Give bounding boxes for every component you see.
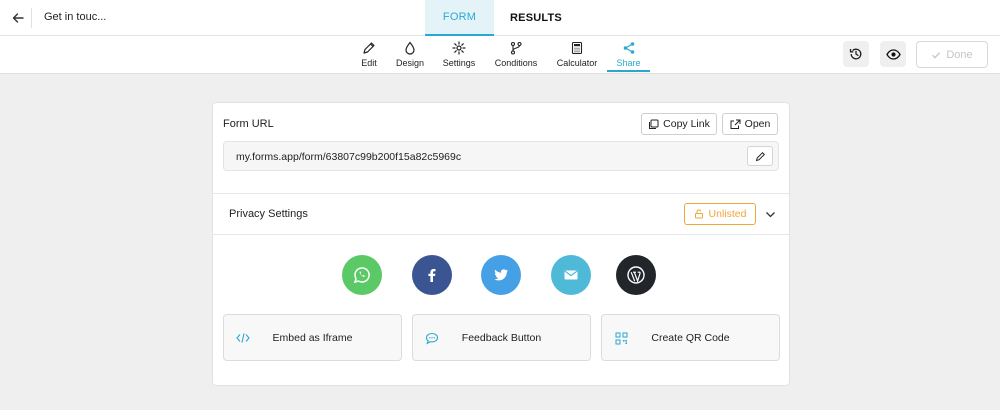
check-icon [932, 51, 941, 59]
pencil-icon [755, 151, 765, 161]
wordpress-icon [627, 266, 645, 284]
done-button[interactable]: Done [916, 41, 988, 68]
eye-icon [885, 48, 901, 60]
feedback-button-option[interactable]: Feedback Button [412, 314, 591, 361]
tab-form[interactable]: FORM [425, 0, 494, 36]
create-qr-code-label: Create QR Code [651, 332, 730, 344]
external-link-icon [730, 119, 741, 129]
share-icon [623, 42, 634, 54]
top-bar: Get in touc... FORM RESULTS [0, 0, 1000, 36]
open-label: Open [744, 118, 771, 130]
back-arrow-icon[interactable] [8, 8, 28, 28]
form-url-title: Form URL [223, 118, 274, 130]
embed-iframe-label: Embed as Iframe [272, 332, 353, 344]
pencil-icon [363, 42, 375, 54]
divider [31, 8, 32, 28]
chevron-down-icon[interactable] [763, 207, 777, 221]
form-url-text[interactable]: my.forms.app/form/63807c99b200f15a82c596… [236, 151, 461, 163]
toolbar-item-settings[interactable]: Settings [442, 40, 476, 72]
toolbar-item-calculator[interactable]: Calculator [556, 40, 598, 72]
preview-button[interactable] [880, 41, 906, 67]
calculator-icon [571, 41, 583, 55]
twitter-share-button[interactable] [481, 255, 521, 295]
toolbar-item-label: Conditions [494, 58, 538, 68]
email-share-button[interactable] [551, 255, 591, 295]
gear-icon [452, 41, 466, 55]
copy-icon [649, 119, 659, 129]
open-button[interactable]: Open [722, 113, 778, 135]
wordpress-share-button[interactable] [616, 255, 656, 295]
mail-icon [564, 270, 578, 280]
toolbar-item-edit[interactable]: Edit [358, 40, 380, 72]
branch-icon [510, 41, 522, 55]
create-qr-code-button[interactable]: Create QR Code [601, 314, 780, 361]
privacy-value: Unlisted [708, 208, 747, 220]
toolbar-item-design[interactable]: Design [394, 40, 426, 72]
toolbar-item-conditions[interactable]: Conditions [494, 40, 538, 72]
toolbar-item-label: Design [395, 58, 424, 68]
facebook-share-button[interactable] [412, 255, 452, 295]
privacy-settings-title: Privacy Settings [229, 208, 308, 220]
share-card: Form URL Copy Link Open my.forms.app/for… [212, 102, 790, 386]
droplet-icon [405, 41, 415, 55]
toolbar-item-label: Edit [361, 58, 377, 68]
toolbar-item-share[interactable]: Share [607, 40, 650, 72]
feedback-button-label: Feedback Button [461, 332, 542, 344]
copy-link-label: Copy Link [663, 118, 710, 130]
twitter-icon [494, 269, 508, 281]
unlock-icon [694, 209, 703, 219]
divider [213, 234, 789, 235]
toolbar-item-label: Calculator [556, 58, 598, 68]
history-button[interactable] [843, 41, 869, 67]
whatsapp-icon [353, 267, 370, 284]
edit-url-button[interactable] [747, 146, 773, 166]
toolbar-item-label: Settings [442, 58, 476, 68]
done-label: Done [946, 48, 973, 61]
history-icon [849, 48, 862, 60]
tab-results[interactable]: RESULTS [500, 0, 572, 36]
copy-link-button[interactable]: Copy Link [641, 113, 717, 135]
facebook-icon [428, 269, 436, 282]
form-title[interactable]: Get in touc... [44, 11, 106, 23]
divider [213, 193, 789, 194]
toolbar-item-label: Share [616, 58, 641, 68]
whatsapp-share-button[interactable] [342, 255, 382, 295]
privacy-unlisted-button[interactable]: Unlisted [684, 203, 756, 225]
form-url-field[interactable]: my.forms.app/form/63807c99b200f15a82c596… [223, 141, 779, 171]
embed-iframe-button[interactable]: Embed as Iframe [223, 314, 402, 361]
